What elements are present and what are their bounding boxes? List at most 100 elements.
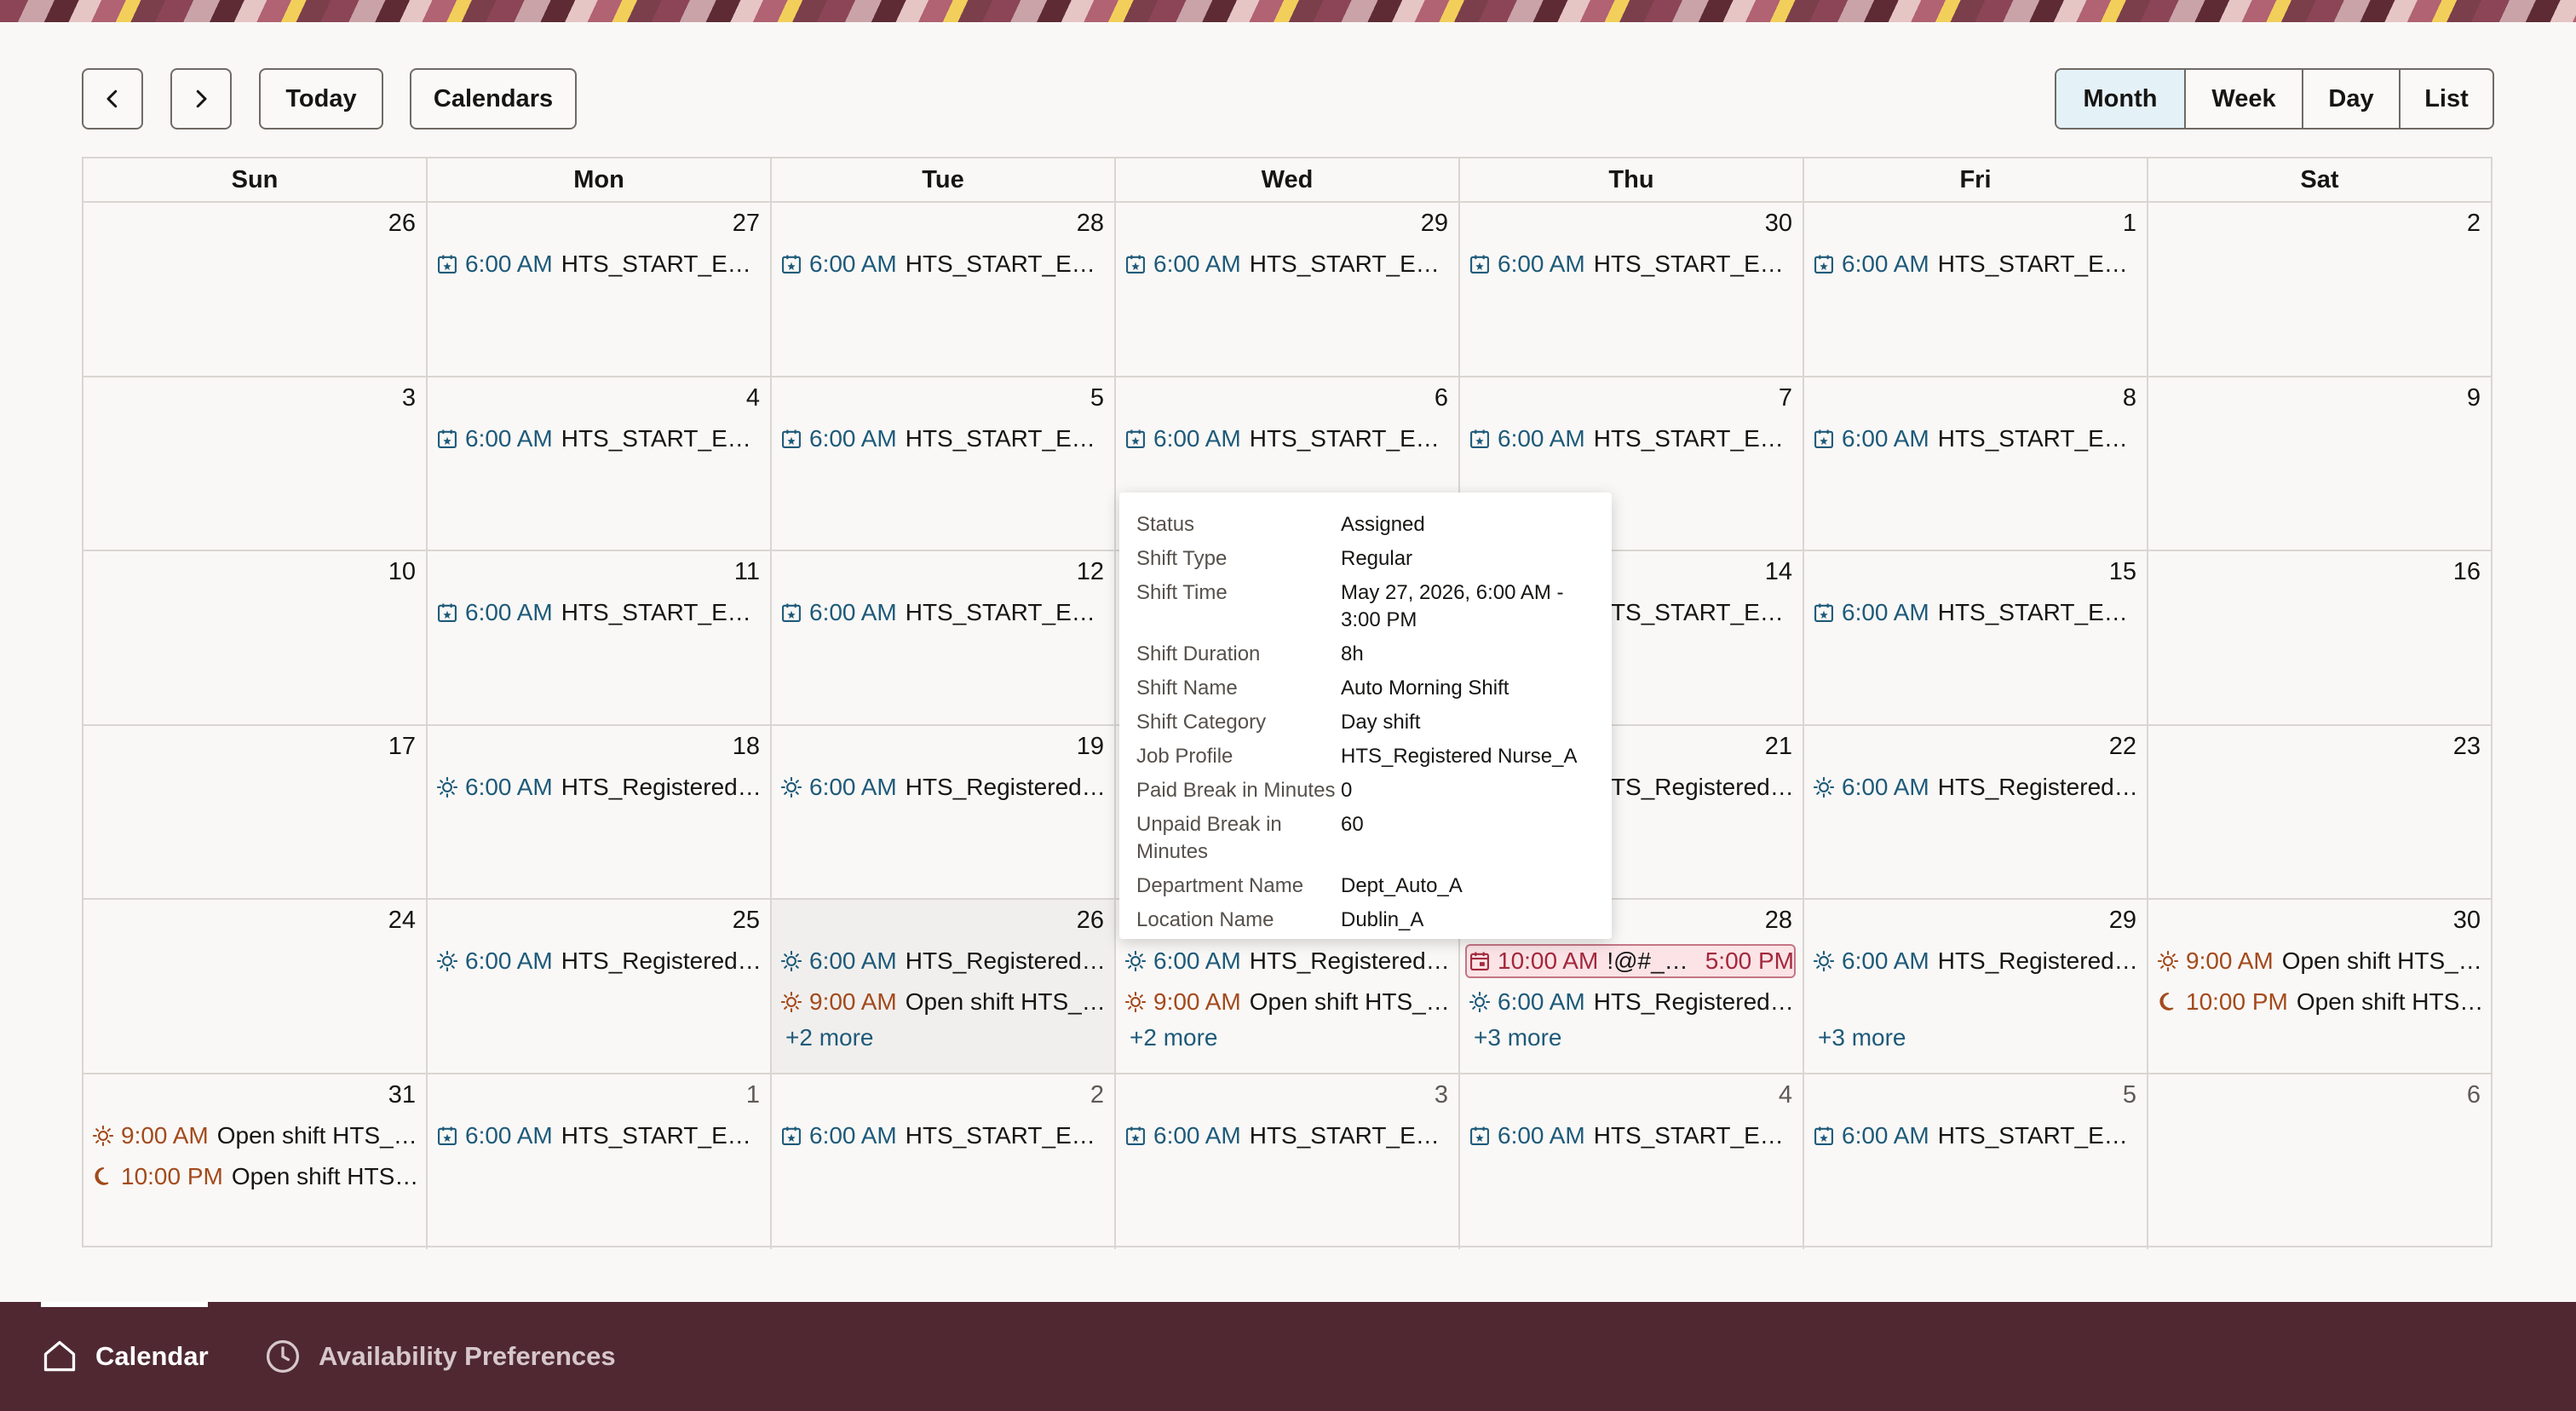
day-cell[interactable]: 11 6:00 AM HTS_START_EN… — [426, 551, 770, 724]
day-number[interactable]: 7 — [1779, 384, 1792, 412]
day-cell[interactable]: 29 6:00 AM HTS_START_EN… — [1114, 203, 1458, 376]
day-cell[interactable]: 27 6:00 AM HTS_START_EN… — [426, 203, 770, 376]
day-cell[interactable]: 8 6:00 AM HTS_START_EN… — [1803, 377, 2147, 550]
day-cell[interactable]: 29 6:00 AM HTS_Registered … +3 more — [1803, 900, 2147, 1073]
day-number[interactable]: 28 — [1077, 210, 1104, 238]
day-cell[interactable]: 6 — [2147, 1074, 2491, 1249]
calendar-event[interactable]: 6:00 AM HTS_START_EN… — [434, 596, 763, 630]
calendar-event[interactable]: 6:00 AM HTS_START_EN… — [779, 247, 1107, 281]
calendar-event[interactable]: 9:00 AM Open shift HTS_… — [1123, 985, 1452, 1019]
calendar-event[interactable]: 6:00 AM HTS_START_EN… — [434, 1119, 763, 1153]
day-cell[interactable]: 26 — [83, 203, 426, 376]
day-number[interactable]: 6 — [2467, 1081, 2481, 1109]
calendar-event[interactable]: 10:00 AM !@#_QUAL_HOURS 5:00 PM — [1465, 944, 1796, 979]
more-events-link[interactable]: +2 more — [1130, 1024, 1218, 1051]
day-cell[interactable]: 25 6:00 AM HTS_Registered … — [426, 900, 770, 1073]
day-number[interactable]: 15 — [2109, 558, 2136, 586]
calendar-event[interactable]: 6:00 AM HTS_Registered … — [1811, 770, 2140, 804]
day-number[interactable]: 21 — [1765, 733, 1792, 761]
day-cell[interactable]: 18 6:00 AM HTS_Registered … — [426, 725, 770, 899]
nav-availability-preferences[interactable]: Availability Preferences — [264, 1302, 616, 1411]
day-cell[interactable]: 28 6:00 AM HTS_START_EN… — [770, 203, 1114, 376]
day-number[interactable]: 12 — [1077, 558, 1104, 586]
view-month-button[interactable]: Month — [2056, 70, 2184, 128]
day-number[interactable]: 31 — [388, 1081, 416, 1109]
day-number[interactable]: 23 — [2453, 733, 2481, 761]
day-number[interactable]: 18 — [733, 733, 760, 761]
more-events-link[interactable]: +2 more — [785, 1024, 874, 1051]
calendar-event[interactable]: 6:00 AM HTS_START_EN… — [1123, 247, 1452, 281]
day-cell[interactable]: 22 6:00 AM HTS_Registered … — [1803, 725, 2147, 899]
calendar-event[interactable]: 6:00 AM HTS_START_EN… — [1811, 247, 2140, 281]
day-number[interactable]: 16 — [2453, 558, 2481, 586]
calendar-event[interactable]: 6:00 AM HTS_Registered … — [779, 770, 1107, 804]
nav-calendar[interactable]: Calendar — [41, 1302, 209, 1411]
day-number[interactable]: 27 — [733, 210, 760, 238]
more-events-link[interactable]: +3 more — [1474, 1024, 1562, 1051]
day-cell[interactable]: 1 6:00 AM HTS_START_EN… — [1803, 203, 2147, 376]
day-cell[interactable]: 10 — [83, 551, 426, 724]
day-cell[interactable]: 12 6:00 AM HTS_START_EN… — [770, 551, 1114, 724]
calendar-event[interactable]: 6:00 AM HTS_START_EN… — [1467, 422, 1796, 456]
day-number[interactable]: 24 — [388, 907, 416, 935]
day-cell[interactable]: 23 — [2147, 725, 2491, 899]
day-number[interactable]: 29 — [2109, 907, 2136, 935]
day-cell[interactable]: 24 — [83, 900, 426, 1073]
calendar-event[interactable]: 6:00 AM HTS_START_EN… — [779, 596, 1107, 630]
day-number[interactable]: 11 — [734, 558, 760, 586]
calendar-event[interactable]: 6:00 AM HTS_START_EN… — [434, 422, 763, 456]
day-cell[interactable]: 26 6:00 AM HTS_Registered … 9:00 AM Open shi… — [770, 900, 1114, 1073]
day-cell[interactable]: 30 6:00 AM HTS_START_EN… — [1458, 203, 1803, 376]
day-number[interactable]: 4 — [1779, 1081, 1792, 1109]
calendar-event[interactable]: 6:00 AM HTS_START_EN… — [434, 247, 763, 281]
today-button[interactable]: Today — [259, 68, 383, 130]
day-number[interactable]: 8 — [2123, 384, 2136, 412]
calendar-event[interactable]: 6:00 AM HTS_START_EN… — [1467, 1119, 1796, 1153]
calendar-event[interactable]: 6:00 AM HTS_START_EN… — [1811, 422, 2140, 456]
day-cell[interactable]: 5 6:00 AM HTS_START_EN… — [1803, 1074, 2147, 1249]
view-week-button[interactable]: Week — [2184, 70, 2302, 128]
calendar-event[interactable]: 6:00 AM HTS_START_EN… — [1811, 1119, 2140, 1153]
calendar-event[interactable]: 9:00 AM Open shift HTS_… — [90, 1119, 419, 1153]
view-day-button[interactable]: Day — [2302, 70, 2399, 128]
calendar-event[interactable]: 10:00 PM Open shift HTS… — [2155, 985, 2484, 1019]
day-number[interactable]: 5 — [1090, 384, 1104, 412]
calendar-event[interactable]: 9:00 AM Open shift HTS_… — [2155, 944, 2484, 978]
day-cell[interactable]: 3 — [83, 377, 426, 550]
day-number[interactable]: 4 — [746, 384, 760, 412]
next-button[interactable] — [170, 68, 232, 130]
day-number[interactable]: 1 — [746, 1081, 760, 1109]
day-cell[interactable]: 5 6:00 AM HTS_START_EN… — [770, 377, 1114, 550]
day-cell[interactable]: 30 9:00 AM Open shift HTS_… 10:00 PM Open sh… — [2147, 900, 2491, 1073]
day-cell[interactable]: 4 6:00 AM HTS_START_EN… — [426, 377, 770, 550]
day-cell[interactable]: 4 6:00 AM HTS_START_EN… — [1458, 1074, 1803, 1249]
day-number[interactable]: 5 — [2123, 1081, 2136, 1109]
day-number[interactable]: 10 — [388, 558, 416, 586]
day-number[interactable]: 3 — [1435, 1081, 1448, 1109]
calendar-event[interactable]: 6:00 AM HTS_Registered … — [434, 770, 763, 804]
day-number[interactable]: 28 — [1765, 907, 1792, 935]
more-events-link[interactable]: +3 more — [1818, 1024, 1906, 1051]
calendar-event[interactable]: 6:00 AM HTS_START_EN… — [779, 422, 1107, 456]
day-number[interactable]: 14 — [1765, 558, 1792, 586]
day-number[interactable]: 3 — [402, 384, 416, 412]
day-cell[interactable]: 31 9:00 AM Open shift HTS_… 10:00 PM Open sh… — [83, 1074, 426, 1249]
day-number[interactable]: 26 — [1077, 907, 1104, 935]
calendar-event[interactable]: 6:00 AM HTS_START_EN… — [1467, 247, 1796, 281]
calendar-event[interactable]: 10:00 PM Open shift HTS… — [90, 1160, 419, 1194]
calendar-event[interactable]: 6:00 AM HTS_Registered … — [434, 944, 763, 978]
view-list-button[interactable]: List — [2399, 70, 2493, 128]
day-number[interactable]: 6 — [1435, 384, 1448, 412]
day-number[interactable]: 17 — [388, 733, 416, 761]
day-number[interactable]: 25 — [733, 907, 760, 935]
previous-button[interactable] — [82, 68, 143, 130]
day-cell[interactable]: 9 — [2147, 377, 2491, 550]
calendars-button[interactable]: Calendars — [410, 68, 577, 130]
day-cell[interactable]: 1 6:00 AM HTS_START_EN… — [426, 1074, 770, 1249]
day-number[interactable]: 2 — [1090, 1081, 1104, 1109]
day-cell[interactable]: 2 6:00 AM HTS_START_EN… — [770, 1074, 1114, 1249]
day-number[interactable]: 26 — [388, 210, 416, 238]
day-cell[interactable]: 16 — [2147, 551, 2491, 724]
day-number[interactable]: 1 — [2123, 210, 2136, 238]
day-number[interactable]: 30 — [2453, 907, 2481, 935]
